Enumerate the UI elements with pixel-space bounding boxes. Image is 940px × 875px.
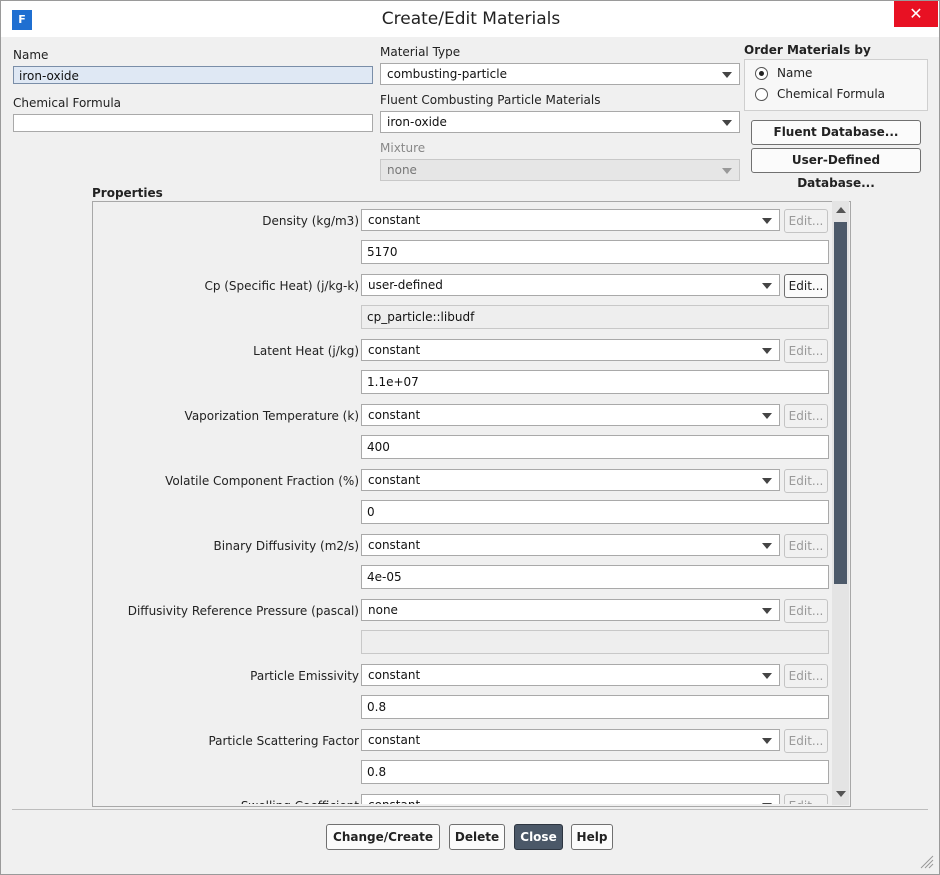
property-method-value: constant	[368, 798, 420, 804]
help-button[interactable]: Help	[571, 824, 613, 850]
properties-rows: Density (kg/m3) constant Edit... 5170 Cp (Sp…	[0, 0, 940, 804]
property-value-field[interactable]: 0.8	[361, 760, 829, 784]
chevron-down-icon	[762, 608, 772, 614]
property-method-select[interactable]: constant	[361, 729, 780, 751]
delete-button[interactable]: Delete	[449, 824, 505, 850]
property-edit-button: Edit...	[784, 729, 828, 753]
property-method-select[interactable]: constant	[361, 469, 780, 491]
property-value-field[interactable]: 4e-05	[361, 565, 829, 589]
property-label: Volatile Component Fraction (%)	[165, 474, 359, 488]
property-edit-button: Edit...	[784, 209, 828, 233]
property-edit-button: Edit...	[784, 664, 828, 688]
property-method-value: user-defined	[368, 278, 443, 292]
property-method-select[interactable]: constant	[361, 209, 780, 231]
property-method-value: constant	[368, 473, 421, 487]
property-value-field[interactable]: 1.1e+07	[361, 370, 829, 394]
property-label: Cp (Specific Heat) (j/kg-k)	[204, 279, 359, 293]
property-value-field	[361, 630, 829, 654]
property-method-select[interactable]: constant	[361, 404, 780, 426]
footer-separator	[12, 809, 928, 810]
property-label: Density (kg/m3)	[262, 214, 359, 228]
property-label: Vaporization Temperature (k)	[184, 409, 359, 423]
property-value-field[interactable]: 400	[361, 435, 829, 459]
property-value-field[interactable]: 5170	[361, 240, 829, 264]
property-value-field[interactable]: 0.8	[361, 695, 829, 719]
property-method-select[interactable]: constant	[361, 534, 780, 556]
property-method-select[interactable]: none	[361, 599, 780, 621]
property-edit-button: Edit...	[784, 794, 828, 804]
chevron-down-icon	[762, 803, 772, 804]
property-method-select[interactable]: constant	[361, 794, 780, 804]
property-value-field: cp_particle::libudf	[361, 305, 829, 329]
chevron-down-icon	[762, 348, 772, 354]
chevron-down-icon	[762, 738, 772, 744]
property-label: Diffusivity Reference Pressure (pascal)	[127, 604, 359, 618]
chevron-down-icon	[762, 673, 772, 679]
property-value-field[interactable]: 0	[361, 500, 829, 524]
chevron-down-icon	[762, 218, 772, 224]
scroll-up-icon[interactable]	[836, 207, 846, 213]
property-edit-button[interactable]: Edit...	[784, 274, 828, 298]
property-edit-button: Edit...	[784, 469, 828, 493]
property-edit-button: Edit...	[784, 339, 828, 363]
close-button[interactable]: Close	[514, 824, 563, 850]
property-method-value: none	[368, 603, 398, 617]
property-method-value: constant	[368, 408, 421, 422]
scrollbar-thumb[interactable]	[834, 222, 847, 584]
resize-grip-icon[interactable]	[916, 851, 934, 869]
property-method-value: constant	[368, 538, 421, 552]
property-method-select[interactable]: user-defined	[361, 274, 780, 296]
property-label: Latent Heat (j/kg)	[253, 344, 359, 358]
property-method-select[interactable]: constant	[361, 339, 780, 361]
property-label: Binary Diffusivity (m2/s)	[213, 539, 359, 553]
chevron-down-icon	[762, 283, 772, 289]
property-method-value: constant	[368, 668, 421, 682]
property-method-select[interactable]: constant	[361, 664, 780, 686]
chevron-down-icon	[762, 543, 772, 549]
property-label: Swelling Coefficient	[241, 799, 359, 804]
chevron-down-icon	[762, 478, 772, 484]
scroll-down-icon[interactable]	[836, 791, 846, 797]
chevron-down-icon	[762, 413, 772, 419]
property-edit-button: Edit...	[784, 404, 828, 428]
property-edit-button: Edit...	[784, 534, 828, 558]
property-method-value: constant	[368, 213, 421, 227]
property-label: Particle Emissivity	[250, 669, 359, 683]
property-method-value: constant	[368, 733, 421, 747]
property-method-value: constant	[368, 343, 421, 357]
change-create-button[interactable]: Change/Create	[326, 824, 440, 850]
property-edit-button: Edit...	[784, 599, 828, 623]
property-label: Particle Scattering Factor	[208, 734, 359, 748]
